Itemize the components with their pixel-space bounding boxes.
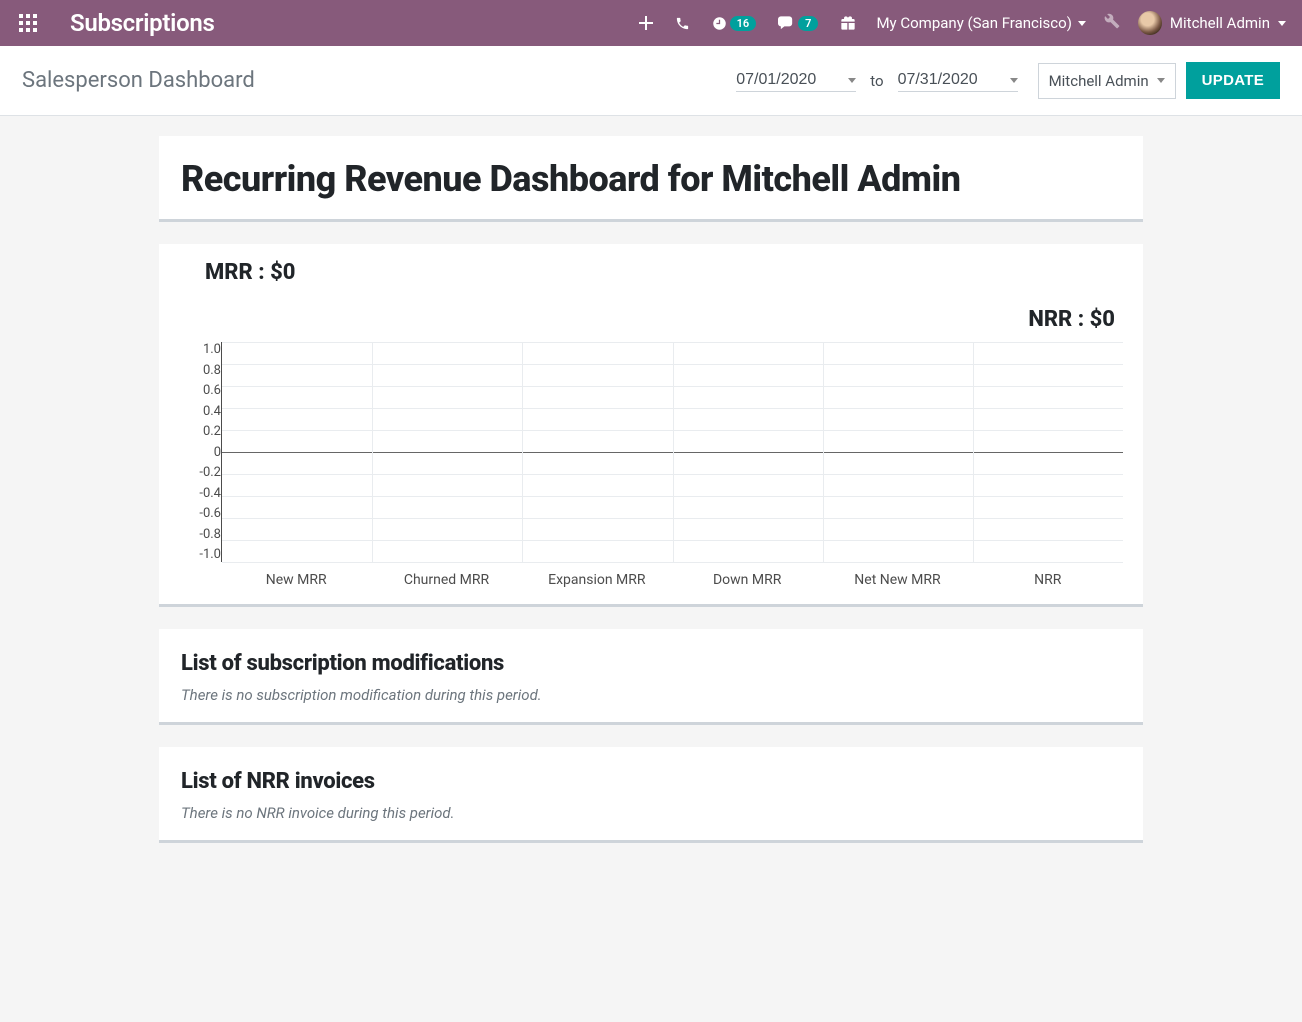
chevron-down-icon bbox=[1078, 21, 1086, 26]
content-area: Recurring Revenue Dashboard for Mitchell… bbox=[0, 116, 1302, 905]
y-tick: 1.0 bbox=[203, 342, 221, 357]
date-to-input[interactable] bbox=[898, 71, 998, 89]
x-tick: Churned MRR bbox=[371, 572, 521, 588]
chevron-down-icon bbox=[1010, 78, 1018, 83]
timer-icon[interactable]: 16 bbox=[712, 16, 757, 31]
chart-plot-area: 1.0 0.8 0.6 0.4 0.2 0 -0.2 -0.4 -0.6 -0.8 -1.0 bbox=[179, 342, 1123, 562]
y-tick: -0.2 bbox=[199, 465, 221, 480]
x-tick: Down MRR bbox=[672, 572, 822, 588]
nrr-empty-text: There is no NRR invoice during this peri… bbox=[181, 804, 1121, 822]
salesperson-select[interactable]: Mitchell Admin bbox=[1038, 63, 1176, 99]
company-switcher[interactable]: My Company (San Francisco) bbox=[876, 14, 1085, 32]
y-tick: 0.4 bbox=[203, 404, 221, 419]
nrr-title: List of NRR invoices bbox=[181, 769, 1121, 794]
y-tick: 0.8 bbox=[203, 363, 221, 378]
nrr-value: NRR : $0 bbox=[179, 307, 1115, 332]
apps-menu-icon[interactable] bbox=[16, 11, 40, 35]
chat-badge: 7 bbox=[798, 16, 818, 31]
date-from-field[interactable] bbox=[736, 69, 856, 92]
phone-icon[interactable] bbox=[675, 16, 690, 31]
chat-icon[interactable]: 7 bbox=[778, 16, 818, 31]
user-name: Mitchell Admin bbox=[1170, 14, 1270, 32]
timer-badge: 16 bbox=[730, 16, 757, 31]
app-title[interactable]: Subscriptions bbox=[70, 9, 215, 37]
page-title: Recurring Revenue Dashboard for Mitchell… bbox=[181, 158, 1121, 201]
chevron-down-icon bbox=[848, 78, 856, 83]
mods-title: List of subscription modifications bbox=[181, 651, 1121, 676]
y-tick: -1.0 bbox=[199, 547, 221, 562]
salesperson-value: Mitchell Admin bbox=[1049, 72, 1149, 90]
debug-icon[interactable] bbox=[1104, 13, 1120, 33]
date-to-field[interactable] bbox=[898, 69, 1018, 92]
company-name: My Company (San Francisco) bbox=[876, 14, 1071, 32]
mods-card: List of subscription modifications There… bbox=[159, 629, 1143, 725]
x-tick: Net New MRR bbox=[822, 572, 972, 588]
top-nav: Subscriptions 16 7 My Company (San Franc… bbox=[0, 0, 1302, 46]
y-tick: 0.2 bbox=[203, 424, 221, 439]
x-axis: New MRRChurned MRRExpansion MRRDown MRRN… bbox=[221, 572, 1123, 588]
to-label: to bbox=[870, 72, 883, 90]
systray: 16 7 bbox=[639, 15, 857, 31]
y-tick: 0.6 bbox=[203, 383, 221, 398]
update-button[interactable]: UPDATE bbox=[1186, 62, 1280, 99]
y-tick: 0 bbox=[214, 445, 221, 460]
chevron-down-icon bbox=[1278, 21, 1286, 26]
y-axis: 1.0 0.8 0.6 0.4 0.2 0 -0.2 -0.4 -0.6 -0.8 -1.0 bbox=[179, 342, 221, 562]
control-panel: Salesperson Dashboard to Mitchell Admin … bbox=[0, 46, 1302, 116]
nrr-card: List of NRR invoices There is no NRR inv… bbox=[159, 747, 1143, 843]
chart-card: MRR : $0 NRR : $0 1.0 0.8 0.6 0.4 0.2 0 -0.2 -0… bbox=[159, 244, 1143, 607]
breadcrumb: Salesperson Dashboard bbox=[22, 68, 255, 93]
user-menu[interactable]: Mitchell Admin bbox=[1138, 11, 1286, 35]
y-tick: -0.8 bbox=[199, 527, 221, 542]
x-tick: Expansion MRR bbox=[522, 572, 672, 588]
avatar bbox=[1138, 11, 1162, 35]
x-tick: New MRR bbox=[221, 572, 371, 588]
new-icon[interactable] bbox=[639, 16, 653, 30]
y-tick: -0.4 bbox=[199, 486, 221, 501]
mrr-value: MRR : $0 bbox=[205, 260, 1123, 285]
y-tick: -0.6 bbox=[199, 506, 221, 521]
chevron-down-icon bbox=[1157, 78, 1165, 83]
title-card: Recurring Revenue Dashboard for Mitchell… bbox=[159, 136, 1143, 222]
gift-icon[interactable] bbox=[840, 15, 856, 31]
date-from-input[interactable] bbox=[736, 71, 836, 89]
x-tick: NRR bbox=[973, 572, 1123, 588]
chart-plot bbox=[221, 342, 1123, 562]
mods-empty-text: There is no subscription modification du… bbox=[181, 686, 1121, 704]
